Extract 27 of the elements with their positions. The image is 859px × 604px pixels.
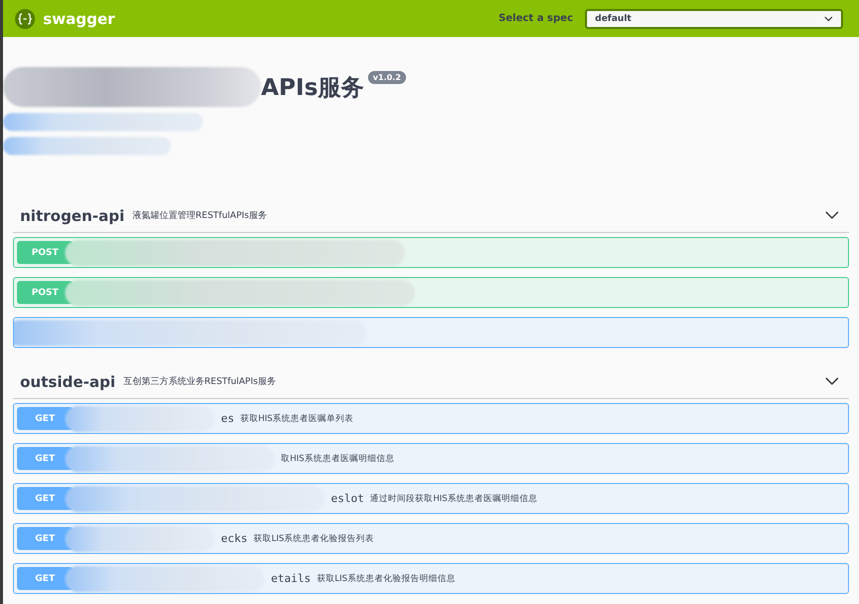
operation-path: ecks	[221, 532, 248, 545]
chevron-icon[interactable]	[825, 377, 839, 386]
version-badge: v1.0.2	[368, 71, 406, 84]
operation-path: eslot	[331, 492, 364, 505]
operation-summary: 通过时间段获取HIS系统患者医嘱明细信息	[370, 492, 538, 504]
chevron-icon	[824, 16, 833, 22]
operation-summary: 获取LIS系统患者化验报告明细信息	[316, 572, 456, 584]
tag-description: 互创第三方系统业务RESTfulAPIs服务	[123, 376, 277, 388]
tag-description: 液氮罐位置管理RESTfulAPIs服务	[132, 210, 268, 222]
brand-name: swagger	[43, 10, 115, 28]
spec-label: Select a spec	[498, 13, 573, 24]
spec-select[interactable]: default	[585, 8, 843, 28]
tag-name[interactable]: nitrogen-api	[20, 206, 125, 224]
api-title: APIs服务	[261, 74, 364, 103]
tag-name[interactable]: outside-api	[20, 372, 116, 390]
operation-path: etails	[271, 572, 311, 585]
logo-icon	[15, 8, 35, 28]
operation-summary: 获取HIS系统患者医嘱单列表	[240, 412, 354, 424]
operation-row[interactable]: GET 取HIS系统患者医嘱明细信息	[13, 443, 849, 474]
operation-summary: 获取LIS系统患者化验报告列表	[254, 532, 374, 544]
operation-row[interactable]: GET es 获取HIS系统患者医嘱单列表	[13, 403, 849, 434]
operation-summary: 取HIS系统患者医嘱明细信息	[281, 452, 394, 464]
operation-path: es	[221, 412, 234, 425]
chevron-icon[interactable]	[825, 211, 839, 220]
operation-row[interactable]: GET eslot 通过时间段获取HIS系统患者医嘱明细信息	[13, 483, 849, 514]
operation-row[interactable]: GET etails 获取LIS系统患者化验报告明细信息	[13, 563, 849, 594]
operation-row[interactable]: GET ecks 获取LIS系统患者化验报告列表	[13, 523, 849, 554]
